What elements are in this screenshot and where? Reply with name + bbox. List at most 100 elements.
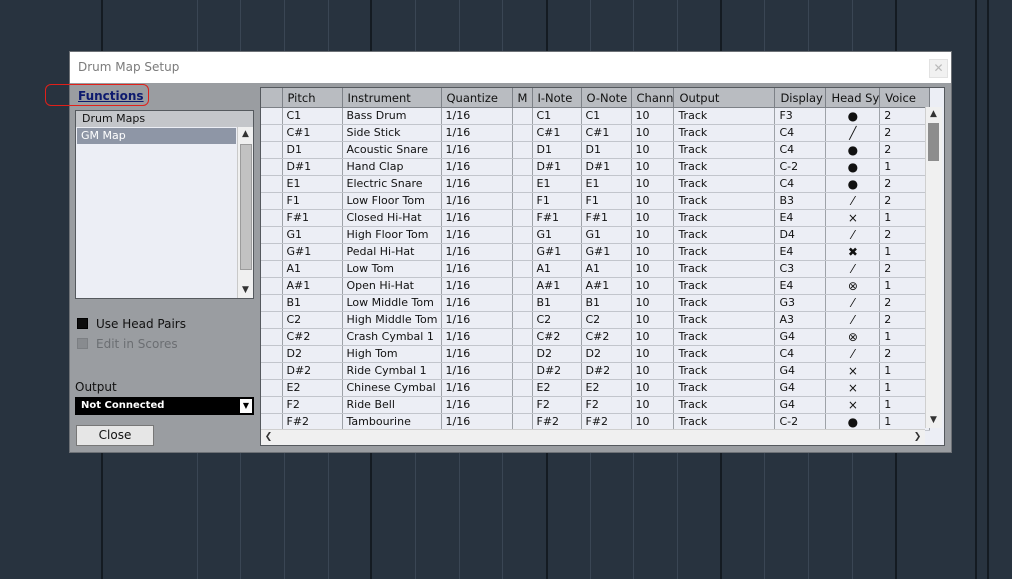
cell-output[interactable]: Track bbox=[673, 107, 776, 125]
close-icon[interactable]: ✕ bbox=[929, 59, 948, 78]
cell-instrument[interactable]: Tambourine bbox=[342, 413, 442, 431]
chevron-down-icon[interactable]: ▼ bbox=[240, 399, 252, 413]
cell-output[interactable]: Track bbox=[673, 226, 776, 244]
cell-inote[interactable]: F#1 bbox=[532, 209, 582, 227]
cell-instrument[interactable]: Electric Snare bbox=[342, 175, 442, 193]
cell-onote[interactable]: E2 bbox=[581, 379, 632, 397]
table-row[interactable]: F#1 Closed Hi-Hat 1/16 F#1 F#1 10 Track E4 × 1 bbox=[261, 209, 931, 227]
cell-instrument[interactable]: High Tom bbox=[342, 345, 442, 363]
cell-quantize[interactable]: 1/16 bbox=[441, 362, 513, 380]
cell-quantize[interactable]: 1/16 bbox=[441, 328, 513, 346]
cell-voice[interactable]: 1 bbox=[879, 413, 931, 431]
cell-m[interactable] bbox=[512, 209, 533, 227]
cell-inote[interactable]: D#2 bbox=[532, 362, 582, 380]
cell-sel[interactable] bbox=[261, 260, 283, 278]
cell-inote[interactable]: G1 bbox=[532, 226, 582, 244]
cell-m[interactable] bbox=[512, 345, 533, 363]
cell-sel[interactable] bbox=[261, 175, 283, 193]
table-horizontal-scrollbar[interactable]: ❮ ❯ bbox=[261, 429, 925, 445]
cell-m[interactable] bbox=[512, 328, 533, 346]
cell-m[interactable] bbox=[512, 396, 533, 414]
cell-pitch[interactable]: C#2 bbox=[282, 328, 343, 346]
scroll-down-icon[interactable]: ▼ bbox=[926, 413, 941, 428]
table-row[interactable]: A1 Low Tom 1/16 A1 A1 10 Track C3 ⁄ 2 bbox=[261, 260, 931, 278]
column-header[interactable]: Pitch bbox=[282, 88, 343, 108]
cell-onote[interactable]: C1 bbox=[581, 107, 632, 125]
cell-pitch[interactable]: B1 bbox=[282, 294, 343, 312]
cell-channel[interactable]: 10 bbox=[631, 379, 675, 397]
cell-channel[interactable]: 10 bbox=[631, 192, 675, 210]
cell-sel[interactable] bbox=[261, 396, 283, 414]
table-row[interactable]: D1 Acoustic Snare 1/16 D1 D1 10 Track C4 ● 2 bbox=[261, 141, 931, 159]
cell-voice[interactable]: 1 bbox=[879, 243, 931, 261]
cell-pitch[interactable]: G1 bbox=[282, 226, 343, 244]
table-row[interactable]: B1 Low Middle Tom 1/16 B1 B1 10 Track G3 ⁄ 2 bbox=[261, 294, 931, 312]
cell-head[interactable]: ● bbox=[825, 413, 881, 431]
cell-sel[interactable] bbox=[261, 141, 283, 159]
cell-instrument[interactable]: Bass Drum bbox=[342, 107, 442, 125]
cell-instrument[interactable]: Open Hi-Hat bbox=[342, 277, 442, 295]
cell-voice[interactable]: 1 bbox=[879, 379, 931, 397]
cell-m[interactable] bbox=[512, 362, 533, 380]
table-row[interactable]: D#1 Hand Clap 1/16 D#1 D#1 10 Track C-2 ● 1 bbox=[261, 158, 931, 176]
cell-inote[interactable]: C#1 bbox=[532, 124, 582, 142]
cell-m[interactable] bbox=[512, 192, 533, 210]
cell-pitch[interactable]: D#1 bbox=[282, 158, 343, 176]
cell-m[interactable] bbox=[512, 226, 533, 244]
cell-inote[interactable]: B1 bbox=[532, 294, 582, 312]
cell-pitch[interactable]: F#2 bbox=[282, 413, 343, 431]
cell-onote[interactable]: A#1 bbox=[581, 277, 632, 295]
cell-onote[interactable]: F#1 bbox=[581, 209, 632, 227]
cell-onote[interactable]: C2 bbox=[581, 311, 632, 329]
cell-voice[interactable]: 2 bbox=[879, 260, 931, 278]
table-vertical-scrollbar[interactable]: ▲ ▼ bbox=[925, 107, 942, 428]
cell-channel[interactable]: 10 bbox=[631, 226, 675, 244]
cell-quantize[interactable]: 1/16 bbox=[441, 396, 513, 414]
cell-voice[interactable]: 2 bbox=[879, 175, 931, 193]
cell-quantize[interactable]: 1/16 bbox=[441, 158, 513, 176]
table-row[interactable]: C2 High Middle Tom 1/16 C2 C2 10 Track A3 ⁄ 2 bbox=[261, 311, 931, 329]
cell-inote[interactable]: D1 bbox=[532, 141, 582, 159]
cell-voice[interactable]: 2 bbox=[879, 192, 931, 210]
cell-output[interactable]: Track bbox=[673, 141, 776, 159]
cell-head[interactable]: ● bbox=[825, 158, 881, 176]
cell-voice[interactable]: 2 bbox=[879, 141, 931, 159]
cell-voice[interactable]: 1 bbox=[879, 209, 931, 227]
cell-inote[interactable]: F1 bbox=[532, 192, 582, 210]
cell-sel[interactable] bbox=[261, 379, 283, 397]
cell-pitch[interactable]: A#1 bbox=[282, 277, 343, 295]
cell-head[interactable]: ⁄ bbox=[825, 260, 881, 278]
cell-instrument[interactable]: Low Tom bbox=[342, 260, 442, 278]
cell-instrument[interactable]: Pedal Hi-Hat bbox=[342, 243, 442, 261]
column-header[interactable]: Quantize bbox=[441, 88, 513, 108]
cell-channel[interactable]: 10 bbox=[631, 175, 675, 193]
cell-inote[interactable]: E1 bbox=[532, 175, 582, 193]
cell-voice[interactable]: 2 bbox=[879, 345, 931, 363]
table-row[interactable]: E2 Chinese Cymbal 1/16 E2 E2 10 Track G4 × 1 bbox=[261, 379, 931, 397]
cell-onote[interactable]: A1 bbox=[581, 260, 632, 278]
cell-display[interactable]: C4 bbox=[774, 345, 827, 363]
cell-pitch[interactable]: C1 bbox=[282, 107, 343, 125]
column-header[interactable] bbox=[261, 88, 283, 108]
cell-voice[interactable]: 1 bbox=[879, 396, 931, 414]
cell-m[interactable] bbox=[512, 158, 533, 176]
column-header[interactable]: Voice bbox=[879, 88, 931, 108]
cell-instrument[interactable]: High Floor Tom bbox=[342, 226, 442, 244]
column-header[interactable]: M bbox=[512, 88, 533, 108]
cell-sel[interactable] bbox=[261, 226, 283, 244]
cell-instrument[interactable]: Chinese Cymbal bbox=[342, 379, 442, 397]
cell-pitch[interactable]: C2 bbox=[282, 311, 343, 329]
cell-onote[interactable]: G#1 bbox=[581, 243, 632, 261]
cell-display[interactable]: G4 bbox=[774, 379, 827, 397]
title-bar[interactable]: Drum Map Setup ✕ bbox=[70, 52, 951, 83]
cell-channel[interactable]: 10 bbox=[631, 260, 675, 278]
cell-quantize[interactable]: 1/16 bbox=[441, 141, 513, 159]
table-row[interactable]: A#1 Open Hi-Hat 1/16 A#1 A#1 10 Track E4 ⊗ 1 bbox=[261, 277, 931, 295]
cell-pitch[interactable]: D2 bbox=[282, 345, 343, 363]
column-header[interactable]: Head Sy bbox=[825, 88, 881, 108]
cell-inote[interactable]: G#1 bbox=[532, 243, 582, 261]
cell-head[interactable]: ⁄ bbox=[825, 294, 881, 312]
cell-sel[interactable] bbox=[261, 328, 283, 346]
cell-pitch[interactable]: G#1 bbox=[282, 243, 343, 261]
cell-head[interactable]: ⁄ bbox=[825, 226, 881, 244]
